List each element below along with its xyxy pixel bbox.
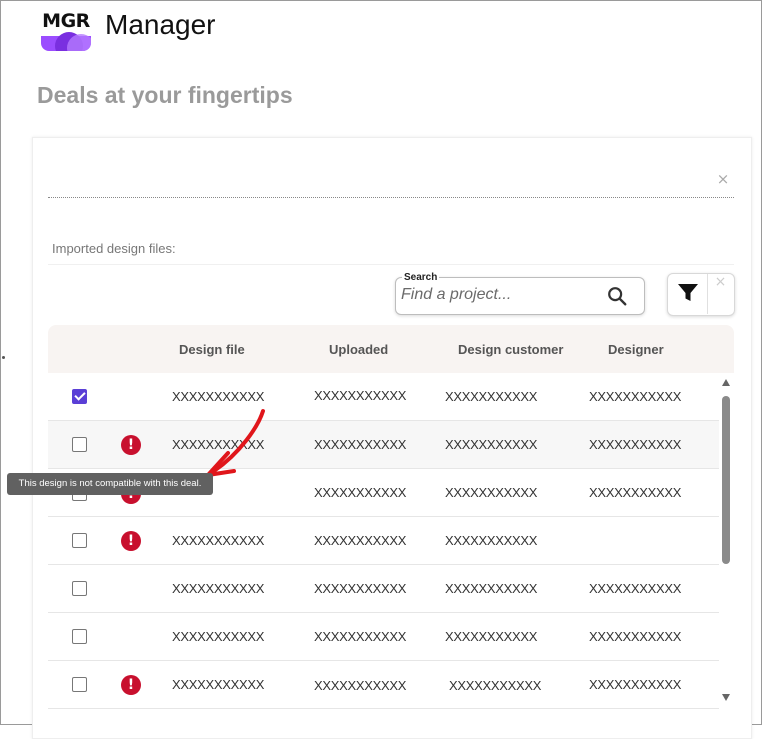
search-icon[interactable] [606,285,628,307]
edge-mark [2,356,5,359]
cell-designer: XXXXXXXXXXX [589,677,682,692]
scrollbar-thumb[interactable] [722,396,730,564]
error-icon[interactable]: ! [121,531,141,551]
close-icon[interactable]: × [716,172,730,187]
column-header-design-file[interactable]: Design file [179,342,245,357]
logo-text: MGR [42,10,90,32]
scroll-down-arrow-icon[interactable] [722,694,730,701]
cell-design-file: XXXXXXXXXXX [172,389,265,404]
cell-designer: XXXXXXXXXXX [589,485,682,500]
cell-uploaded: XXXXXXXXXXX [314,581,407,596]
cell-uploaded: XXXXXXXXXXX [314,629,407,644]
funnel-icon[interactable] [677,283,699,303]
divider [48,264,734,265]
error-icon[interactable]: ! [121,435,141,455]
cell-designer: XXXXXXXXXXX [589,389,682,404]
cell-design-file: XXXXXXXXXXX [172,533,265,548]
cell-design-customer: XXXXXXXXXXX [445,581,538,596]
clear-filter-icon[interactable]: × [708,274,733,314]
column-header-uploaded[interactable]: Uploaded [329,342,388,357]
divider [48,197,734,198]
cell-design-file: XXXXXXXXXXX [172,581,265,596]
cell-design-customer: XXXXXXXXXXX [445,389,538,404]
imported-files-label: Imported design files: [52,241,176,256]
cell-design-customer: XXXXXXXXXXX [449,678,542,693]
annotation-arrow-icon [206,409,265,477]
cell-uploaded: XXXXXXXXXXX [314,678,407,693]
cell-uploaded: XXXXXXXXXXX [314,533,407,548]
cell-design-customer: XXXXXXXXXXX [445,437,538,452]
cell-designer: XXXXXXXXXXX [589,629,682,644]
app-title: Manager [105,9,216,40]
cell-uploaded: XXXXXXXXXXX [314,437,407,452]
app-logo: MGR [41,4,91,51]
cell-uploaded: XXXXXXXXXXX [314,388,407,403]
row-checkbox[interactable] [72,389,87,404]
row-checkbox[interactable] [72,581,87,596]
search-label: Search [402,272,440,283]
row-checkbox[interactable] [72,533,87,548]
scroll-up-arrow-icon[interactable] [722,379,730,386]
tooltip: This design is not compatible with this … [7,473,213,495]
cell-designer: XXXXXXXXXXX [589,581,682,596]
cell-design-file: XXXXXXXXXXX [172,677,265,692]
error-icon[interactable]: ! [121,675,141,695]
search-input[interactable] [401,284,591,306]
page-heading: Deals at your fingertips [37,82,293,108]
cell-designer: XXXXXXXXXXX [589,437,682,452]
column-header-designer[interactable]: Designer [608,342,664,357]
cell-uploaded: XXXXXXXXXXX [314,485,407,500]
row-checkbox[interactable] [72,677,87,692]
cell-design-customer: XXXXXXXXXXX [445,533,538,548]
row-checkbox[interactable] [72,629,87,644]
column-header-design-customer[interactable]: Design customer [458,342,563,357]
row-checkbox[interactable] [72,437,87,452]
cell-design-file: XXXXXXXXXXX [172,629,265,644]
cell-design-customer: XXXXXXXXXXX [445,485,538,500]
cell-design-customer: XXXXXXXXXXX [445,629,538,644]
